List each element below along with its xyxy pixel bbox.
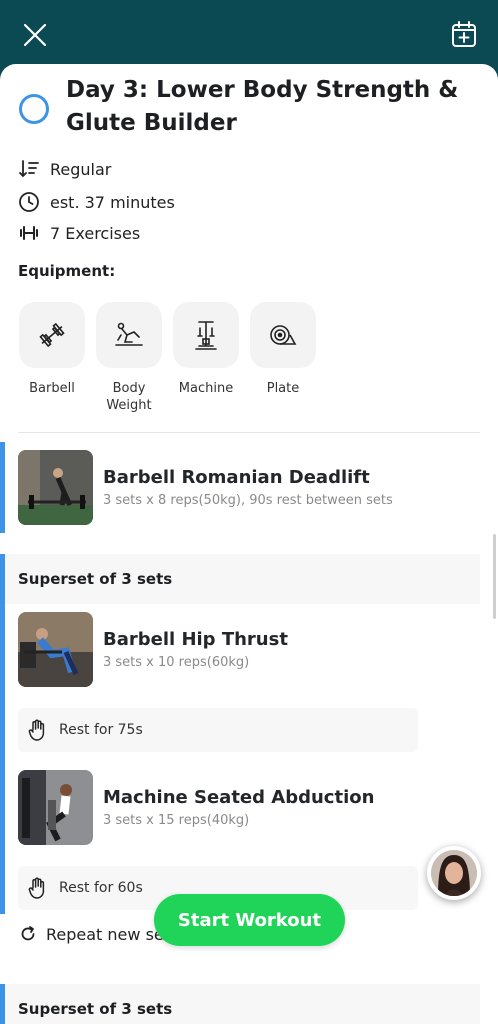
equipment-label: Barbell [29, 381, 75, 396]
body-weight-icon [115, 322, 143, 346]
hand-stop-icon [28, 719, 45, 741]
repeat-label: Repeat new se [46, 924, 164, 944]
equipment-body-weight: Body Weight [96, 302, 162, 414]
exercise-thumbnail [18, 612, 93, 687]
exercise-thumbnail [18, 450, 93, 525]
exercise-name: Barbell Hip Thrust [103, 629, 288, 650]
equipment-heading: Equipment: [18, 262, 116, 280]
exercise-item-hip-thrust[interactable]: Barbell Hip Thrust 3 sets x 10 reps(60kg… [18, 612, 288, 687]
exercise-thumbnail [18, 770, 93, 845]
coach-avatar-button[interactable] [427, 846, 481, 900]
divider [18, 432, 480, 433]
exercise-detail: 3 sets x 8 reps(50kg), 90s rest between … [103, 493, 393, 508]
exercise-detail: 3 sets x 15 reps(40kg) [103, 813, 250, 828]
difficulty-label: Regular [50, 159, 112, 179]
rest-label: Rest for 60s [59, 880, 143, 896]
equipment-barbell: Barbell [19, 302, 85, 397]
exercise-count-row: 7 Exercises [18, 222, 140, 244]
sort-icon [19, 160, 39, 178]
rest-label: Rest for 75s [59, 722, 143, 738]
duration-label: est. 37 minutes [50, 192, 175, 212]
hand-stop-icon [28, 877, 45, 899]
scrollbar[interactable] [493, 534, 496, 619]
complete-checkbox[interactable] [19, 94, 49, 124]
equipment-plate: Plate [250, 302, 316, 397]
dumbbell-icon [20, 226, 38, 240]
equipment-label: Body Weight [106, 381, 152, 413]
superset-label: Superset of 3 sets [18, 1000, 173, 1018]
avatar [431, 850, 477, 896]
superset-accent-bar [0, 554, 5, 914]
clock-icon [19, 192, 39, 212]
machine-icon [195, 321, 217, 350]
start-workout-button[interactable]: Start Workout [154, 894, 345, 946]
superset-label: Superset of 3 sets [18, 570, 173, 588]
plate-icon [270, 325, 297, 345]
equipment-machine: Machine [173, 302, 239, 397]
exercise-name: Machine Seated Abduction [103, 787, 375, 808]
equipment-label: Machine [178, 381, 234, 396]
calendar-add-icon[interactable] [450, 20, 478, 48]
exercise-accent-bar [0, 442, 5, 533]
duration-row: est. 37 minutes [18, 191, 175, 213]
exercise-item-seated-abduction[interactable]: Machine Seated Abduction 3 sets x 15 rep… [18, 770, 374, 845]
exercise-detail: 3 sets x 10 reps(60kg) [103, 655, 250, 670]
rest-row: Rest for 75s [18, 708, 418, 752]
equipment-label: Plate [266, 381, 300, 396]
workout-detail-sheet: Day 3: Lower Body Strength & Glute Build… [0, 64, 498, 1024]
workout-title: Day 3: Lower Body Strength & Glute Build… [66, 77, 459, 136]
exercise-item-romanian-deadlift[interactable]: Barbell Romanian Deadlift 3 sets x 8 rep… [18, 450, 393, 525]
repeat-row: Repeat new se [18, 924, 164, 944]
exercise-count-label: 7 Exercises [50, 223, 141, 243]
barbell-icon [39, 322, 65, 348]
top-bar [0, 0, 498, 70]
difficulty-row: Regular [18, 158, 111, 180]
repeat-icon [21, 926, 35, 941]
exercise-name: Barbell Romanian Deadlift [103, 467, 370, 488]
close-icon[interactable] [22, 22, 48, 48]
